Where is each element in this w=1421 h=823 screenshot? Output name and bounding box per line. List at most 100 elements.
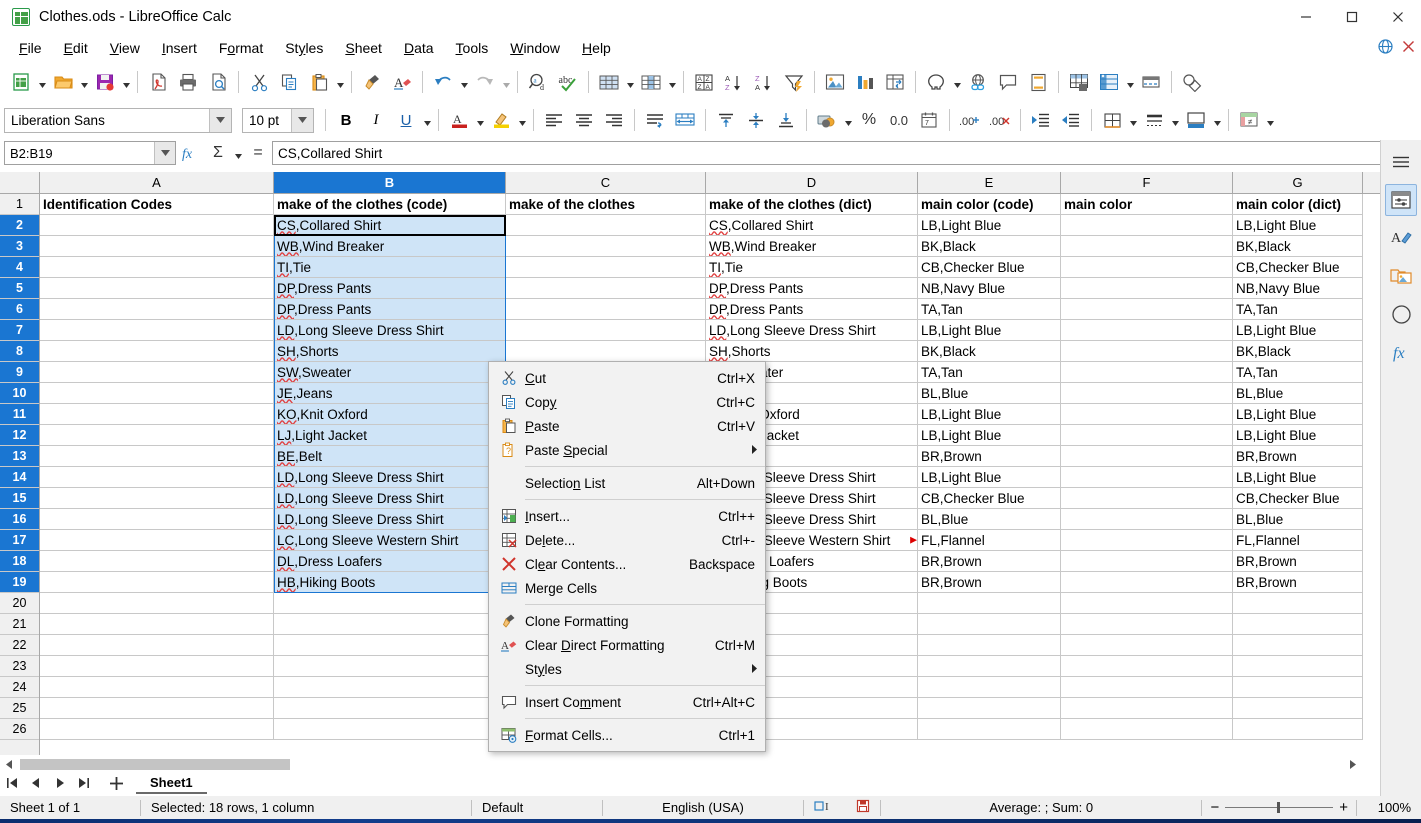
borders-icon[interactable] [1097, 106, 1127, 134]
font-size-combo[interactable]: 10 pt [242, 107, 314, 133]
zoom-slider[interactable]: − + [1202, 799, 1356, 816]
wrap-text-icon[interactable] [640, 106, 670, 134]
cell-F1[interactable]: main color [1061, 194, 1233, 215]
sort-ascending-icon[interactable]: AZ [719, 67, 749, 97]
cell-A17[interactable] [40, 530, 274, 551]
font-name-combo[interactable]: Liberation Sans [4, 107, 232, 133]
context-menu-item-insert-comment[interactable]: Insert Comment Ctrl+Alt+C [489, 690, 765, 714]
row-header-5[interactable]: 5 [0, 278, 39, 299]
redo-dropdown[interactable] [500, 69, 512, 95]
cell-D8[interactable]: SH,Shorts [706, 341, 918, 362]
menu-edit[interactable]: Edit [53, 37, 99, 59]
row-header-7[interactable]: 7 [0, 320, 39, 341]
row-header-6[interactable]: 6 [0, 299, 39, 320]
paste-icon[interactable] [304, 67, 334, 97]
row-header-25[interactable]: 25 [0, 698, 39, 719]
row-dropdown[interactable] [624, 69, 636, 95]
pivot-table-icon[interactable] [880, 67, 910, 97]
cell-G20[interactable] [1233, 593, 1363, 614]
cell-A19[interactable] [40, 572, 274, 593]
cell-C8[interactable] [506, 341, 706, 362]
cell-F3[interactable] [1061, 236, 1233, 257]
cell-B19[interactable]: HB,Hiking Boots [274, 572, 506, 593]
formula-equals-icon[interactable]: = [244, 140, 272, 166]
zoom-out-button[interactable]: − [1210, 799, 1219, 816]
undo-icon[interactable] [428, 67, 458, 97]
cell-E16[interactable]: BL,Blue [918, 509, 1061, 530]
cell-D1[interactable]: make of the clothes (dict) [706, 194, 918, 215]
cell-E21[interactable] [918, 614, 1061, 635]
cell-G14[interactable]: LB,Light Blue [1233, 467, 1363, 488]
context-menu-item-delete[interactable]: Delete... Ctrl+- [489, 528, 765, 552]
cell-B4[interactable]: TI,Tie [274, 257, 506, 278]
find-replace-icon[interactable]: ad [523, 67, 553, 97]
align-bottom-icon[interactable] [771, 106, 801, 134]
special-character-dropdown[interactable] [951, 69, 963, 95]
row-header-10[interactable]: 10 [0, 383, 39, 404]
next-sheet-icon[interactable] [48, 771, 72, 795]
align-center-icon[interactable] [569, 106, 599, 134]
underline-button[interactable]: U [391, 106, 421, 134]
cell-F26[interactable] [1061, 719, 1233, 740]
chevron-down-icon[interactable] [154, 142, 175, 164]
cell-E22[interactable] [918, 635, 1061, 656]
cell-A10[interactable] [40, 383, 274, 404]
cell-F10[interactable] [1061, 383, 1233, 404]
cell-A13[interactable] [40, 446, 274, 467]
sort-descending-icon[interactable]: ZA [749, 67, 779, 97]
cell-B6[interactable]: DP,Dress Pants [274, 299, 506, 320]
cell-A3[interactable] [40, 236, 274, 257]
cell-F2[interactable] [1061, 215, 1233, 236]
cell-E7[interactable]: LB,Light Blue [918, 320, 1061, 341]
currency-dropdown[interactable] [842, 107, 854, 133]
highlight-color-icon[interactable] [486, 106, 516, 134]
redo-icon[interactable] [470, 67, 500, 97]
split-window-dropdown[interactable] [1124, 69, 1136, 95]
conditional-formatting-dropdown[interactable] [1264, 107, 1276, 133]
cell-E20[interactable] [918, 593, 1061, 614]
cell-C1[interactable]: make of the clothes [506, 194, 706, 215]
menu-file[interactable]: File [8, 37, 53, 59]
column-header-G[interactable]: G [1233, 172, 1363, 193]
cell-B1[interactable]: make of the clothes (code) [274, 194, 506, 215]
horizontal-scroll-thumb[interactable] [20, 759, 290, 770]
cell-E10[interactable]: BL,Blue [918, 383, 1061, 404]
cell-F22[interactable] [1061, 635, 1233, 656]
cell-D4[interactable]: TI,Tie [706, 257, 918, 278]
cell-E5[interactable]: NB,Navy Blue [918, 278, 1061, 299]
menu-sheet[interactable]: Sheet [334, 37, 393, 59]
cell-B14[interactable]: LD,Long Sleeve Dress Shirt [274, 467, 506, 488]
merge-cells-icon[interactable] [670, 106, 700, 134]
cell-G6[interactable]: TA,Tan [1233, 299, 1363, 320]
cell-A26[interactable] [40, 719, 274, 740]
cell-F15[interactable] [1061, 488, 1233, 509]
cell-G1[interactable]: main color (dict) [1233, 194, 1363, 215]
cell-B13[interactable]: BE,Belt [274, 446, 506, 467]
comment-icon[interactable] [993, 67, 1023, 97]
zoom-knob[interactable] [1277, 802, 1281, 813]
column-header-D[interactable]: D [706, 172, 918, 193]
undo-dropdown[interactable] [458, 69, 470, 95]
cell-F16[interactable] [1061, 509, 1233, 530]
cell-E11[interactable]: LB,Light Blue [918, 404, 1061, 425]
row-header-22[interactable]: 22 [0, 635, 39, 656]
align-center-vertical-icon[interactable] [741, 106, 771, 134]
cell-D2[interactable]: CS,Collared Shirt [706, 215, 918, 236]
cell-F8[interactable] [1061, 341, 1233, 362]
menu-tools[interactable]: Tools [445, 37, 500, 59]
column-header-C[interactable]: C [506, 172, 706, 193]
cell-B16[interactable]: LD,Long Sleeve Dress Shirt [274, 509, 506, 530]
scroll-right-button[interactable] [1344, 760, 1362, 769]
row-header-18[interactable]: 18 [0, 551, 39, 572]
print-icon[interactable] [173, 67, 203, 97]
conditional-formatting-icon[interactable]: ≠ [1234, 106, 1264, 134]
align-right-icon[interactable] [599, 106, 629, 134]
menu-help[interactable]: Help [571, 37, 622, 59]
highlight-color-dropdown[interactable] [516, 107, 528, 133]
row-header-9[interactable]: 9 [0, 362, 39, 383]
last-sheet-icon[interactable] [72, 771, 96, 795]
menu-styles[interactable]: Styles [274, 37, 334, 59]
cell-E17[interactable]: FL,Flannel [918, 530, 1061, 551]
context-menu-item-clear-contents[interactable]: Clear Contents... Backspace [489, 552, 765, 576]
cell-A6[interactable] [40, 299, 274, 320]
